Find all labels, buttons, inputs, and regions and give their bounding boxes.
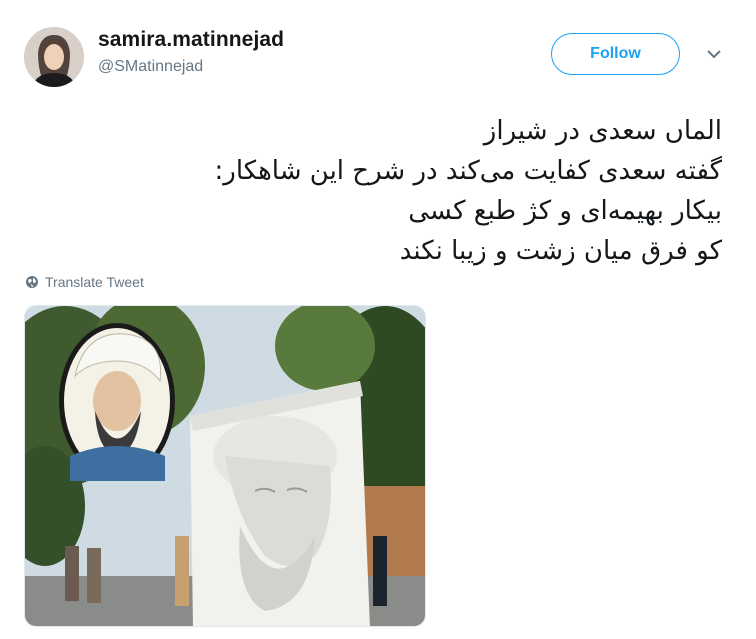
tweet-photo[interactable] <box>24 305 426 627</box>
translate-label: Translate Tweet <box>45 274 144 290</box>
tweet-line: کو فرق میان زشت و زیبا نکند <box>399 236 722 266</box>
tweet-text: الماں سعدی در شیراز گفته سعدی کفایت می‌ک… <box>214 111 723 271</box>
translate-tweet-link[interactable]: Translate Tweet <box>25 274 144 290</box>
tweet-line: گفته سعدی کفایت می‌کند در شرح این شاهکار… <box>214 156 723 186</box>
tweet-line: بیکار بهیمه‌ای و کژ طبع کسی <box>408 196 722 226</box>
display-name[interactable]: samira.matinnejad <box>98 28 284 52</box>
follow-button[interactable]: Follow <box>551 33 680 75</box>
user-handle[interactable]: @SMatinnejad <box>98 58 203 76</box>
tweet-line: الماں سعدی در شیراز <box>483 116 722 146</box>
globe-icon <box>25 275 39 289</box>
chevron-down-icon[interactable] <box>703 46 725 62</box>
avatar[interactable] <box>24 27 84 87</box>
